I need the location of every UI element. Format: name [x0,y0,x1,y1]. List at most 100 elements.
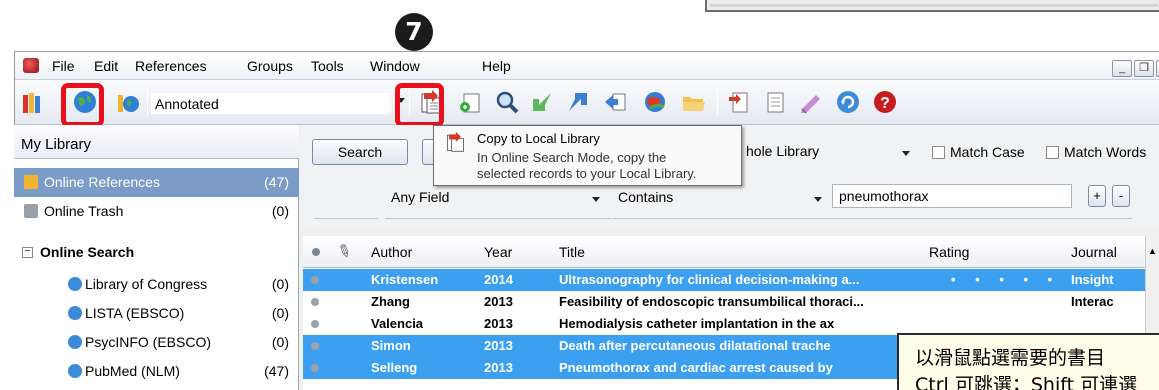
match-case-checkbox[interactable] [932,146,945,159]
search-term-input[interactable]: pneumothorax [832,184,1072,208]
menu-help[interactable]: Help [482,58,511,74]
menu-file[interactable]: File [52,58,75,74]
sidebar-item-count: (0) [271,276,289,292]
read-status-icon [311,342,319,350]
sidebar-item-label: PsycINFO (EBSCO) [85,334,212,350]
cell-year: 2014 [484,272,513,287]
match-words-checkbox[interactable] [1046,146,1059,159]
sidebar-item-online-trash[interactable]: Online Trash (0) [14,197,299,226]
cell-author: Simon [371,338,411,353]
search-operator-select[interactable]: Contains [612,186,834,210]
read-status-icon [311,276,319,284]
sidebar-item-count: (0) [271,334,289,350]
return-to-word-icon[interactable] [796,87,826,117]
divider [612,218,834,219]
column-rating[interactable]: Rating [929,244,969,260]
search-button[interactable]: Search [312,139,408,165]
section-label: Online Search [40,244,135,260]
minimize-icon[interactable]: _ [1112,60,1132,77]
cell-author: Selleng [371,360,418,375]
cell-title: Ultrasonography for clinical decision-ma… [559,272,860,287]
integrated-library-icon[interactable] [113,87,143,117]
search-globe-icon [68,364,82,378]
collapse-icon[interactable]: − [22,247,33,258]
column-title[interactable]: Title [559,244,585,260]
chevron-down-icon[interactable] [814,197,822,202]
toolbar-separator [717,88,718,116]
new-reference-icon[interactable] [456,87,486,117]
format-bibliography-icon[interactable] [760,87,790,117]
table-row[interactable]: Kristensen 2014 Ultrasonography for clin… [303,269,1145,291]
table-row[interactable]: Valencia 2013 Hemodialysis catheter impl… [303,313,1145,335]
sidebar-section-online-search[interactable]: − Online Search [14,238,299,267]
cell-journal: Insight [1071,272,1114,287]
background-window-frame [705,0,1159,12]
sidebar-item-online-references[interactable]: Online References (47) [14,168,299,197]
search-globe-icon [68,277,82,291]
divider [314,218,378,219]
online-search-icon[interactable] [492,87,522,117]
menu-bar: File Edit References Groups Tools Window… [15,52,1159,80]
add-field-button[interactable]: + [1088,185,1106,207]
help-icon[interactable]: ? [870,87,900,117]
sidebar-item-count: (47) [264,174,289,190]
read-status-icon [311,364,319,372]
search-field-select[interactable]: Any Field [385,186,611,210]
folder-icon [24,175,38,189]
cell-title: Death after percutaneous dilatational tr… [559,338,831,353]
find-full-text-icon[interactable] [600,87,630,117]
sync-icon[interactable] [833,87,863,117]
menu-references[interactable]: References [135,58,207,74]
open-file-icon[interactable] [678,87,708,117]
callout-line-2: Ctrl 可跳選；Shift 可連選 [915,374,1138,390]
cell-journal: Interac [1071,294,1114,309]
app-icon[interactable] [23,58,39,73]
import-icon[interactable] [527,87,557,117]
library-sidebar: My Library Online References (47) Online… [14,125,299,390]
sidebar-item-label: Online Trash [44,203,124,219]
menu-window[interactable]: Window [370,58,420,74]
cell-title: Hemodialysis catheter implantation in th… [559,316,835,331]
column-journal[interactable]: Journal [1071,244,1117,260]
sidebar-header[interactable]: My Library [14,125,299,159]
sidebar-item-lista[interactable]: LISTA (EBSCO) (0) [14,299,299,328]
search-scope-select[interactable]: hole Library [740,140,920,164]
read-status-icon[interactable] [312,248,320,256]
screenshot-stage: File Edit References Groups Tools Window… [0,0,1159,390]
copy-to-local-library-icon [444,131,466,153]
export-icon[interactable] [563,87,593,117]
insert-citation-icon[interactable] [724,87,754,117]
copy-tooltip: Copy to Local Library In Online Search M… [433,125,742,186]
online-mode-highlight [61,83,104,127]
sidebar-item-count: (0) [271,203,289,219]
instruction-callout: 以滑鼠點選需要的書目 Ctrl 可跳選；Shift 可連選 [897,333,1159,390]
restore-icon[interactable]: ❐ [1134,60,1154,77]
menu-edit[interactable]: Edit [94,58,118,74]
cell-year: 2013 [484,294,513,309]
sidebar-item-label: PubMed (NLM) [85,363,180,379]
sidebar-item-label: Library of Congress [85,276,208,292]
column-author[interactable]: Author [371,244,412,260]
menu-tools[interactable]: Tools [311,58,344,74]
group-select[interactable]: Annotated [151,93,391,114]
column-year[interactable]: Year [484,244,512,260]
tooltip-line-1: In Online Search Mode, copy the [477,150,667,165]
sidebar-item-psycinfo[interactable]: PsycINFO (EBSCO) (0) [14,328,299,357]
sidebar-item-library-of-congress[interactable]: Library of Congress (0) [14,270,299,299]
read-status-icon [311,298,319,306]
chevron-down-icon[interactable] [902,151,910,156]
cell-rating[interactable]: • • • • • [951,269,1060,291]
scroll-up-icon[interactable]: ▲ [1148,246,1157,256]
cell-year: 2013 [484,338,513,353]
remove-field-button[interactable]: - [1112,185,1130,207]
menu-groups[interactable]: Groups [247,58,293,74]
table-row[interactable]: Zhang 2013 Feasibility of endoscopic tra… [303,291,1145,313]
chevron-down-icon[interactable] [592,197,600,202]
local-library-icon[interactable] [19,87,49,117]
sidebar-item-pubmed[interactable]: PubMed (NLM) (47) [14,357,299,386]
step-badge: 7 [395,13,433,51]
open-link-icon[interactable] [640,87,670,117]
sidebar-item-count: (0) [271,305,289,321]
paperclip-icon[interactable]: ✎ [333,240,355,264]
divider [385,218,611,219]
